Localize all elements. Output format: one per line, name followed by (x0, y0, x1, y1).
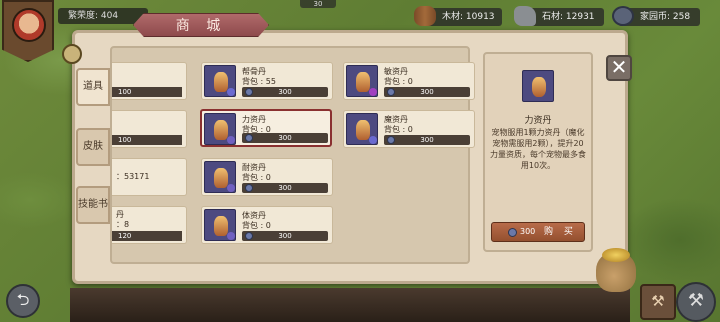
list-item[interactable]: 丹：8 120 (112, 206, 187, 244)
bag-count: 背包 : 0 (242, 173, 271, 182)
coin-icon (387, 136, 395, 144)
wood-log-icon (414, 6, 436, 26)
stone-icon (514, 6, 536, 26)
pill-icon (204, 161, 236, 193)
shop-item[interactable]: 魔资丹 背包 : 0 300 (343, 110, 475, 148)
buy-label: 购 买 (544, 227, 577, 237)
prosperity-label: 繁荣度: 404 (58, 8, 148, 24)
price-tag: 300 (242, 231, 328, 241)
pill-icon (204, 209, 236, 241)
bottom-bar (70, 288, 630, 322)
pill-icon (346, 65, 378, 97)
coin-icon (245, 134, 253, 142)
hammer-button[interactable]: ⚒ (676, 282, 716, 322)
detail-description: 宠物服用1颗力资丹（魔化宠物需服用2颗），提升20力量资质，每个宠物最多食用10… (490, 128, 586, 170)
build-tool-button[interactable]: ⚒ (640, 284, 676, 320)
coin-icon (62, 44, 82, 64)
shop-item[interactable]: 耐资丹 背包 : 0 300 (201, 158, 333, 196)
bag-count: ：53171 (116, 172, 150, 181)
tab-skins[interactable]: 皮肤 (76, 128, 110, 166)
home-coin-icon (612, 6, 634, 26)
pill-icon (346, 113, 378, 145)
pill-icon (204, 65, 236, 97)
shop-title: 商 城 (133, 13, 269, 37)
price-label: 100 (112, 135, 182, 145)
avatar-face (12, 8, 46, 42)
shop-item-selected[interactable]: 力资丹 背包 : 0 300 (200, 109, 332, 147)
coin-icon (245, 88, 253, 96)
tab-items[interactable]: 道具 (76, 68, 110, 106)
gold-sack-icon (596, 248, 636, 292)
shop-item[interactable]: 体资丹 背包 : 0 300 (201, 206, 333, 244)
bag-count: 背包 : 55 (242, 77, 276, 86)
pill-icon (204, 113, 236, 145)
player-avatar[interactable] (2, 0, 54, 62)
bag-count: 背包 : 0 (242, 221, 271, 230)
back-button[interactable]: ⮌ (6, 284, 40, 318)
price-tag: 300 (242, 133, 328, 143)
coin-icon (508, 228, 517, 237)
home-coin-amount: 家园币: 258 (640, 12, 691, 22)
pill-icon (522, 70, 554, 102)
price-label: 100 (112, 87, 182, 97)
stone-resource: 石材: 12931 (514, 6, 604, 26)
coin-icon (387, 88, 395, 96)
bag-count: ：8 (116, 220, 130, 229)
list-item[interactable]: ：53171 (112, 158, 187, 196)
bag-count: 背包 : 0 (384, 125, 413, 134)
close-button[interactable]: ✕ (606, 55, 632, 81)
price-tag: 300 (242, 87, 328, 97)
price-tag: 300 (384, 135, 470, 145)
price-tag: 300 (242, 183, 328, 193)
detail-item-name: 力资丹 (524, 116, 552, 126)
stone-amount: 石材: 12931 (542, 12, 595, 22)
bag-count: 背包 : 0 (384, 77, 413, 86)
list-item[interactable]: 100 (112, 110, 187, 148)
top-badge: 30 (300, 0, 336, 8)
price-label: 120 (112, 231, 182, 241)
shop-item[interactable]: 敏资丹 背包 : 0 300 (343, 62, 475, 100)
coin-icon (245, 184, 253, 192)
wood-resource: 木材: 10913 (414, 6, 502, 26)
shop-item[interactable]: 帮骨丹 背包 : 55 300 (201, 62, 333, 100)
buy-price: 300 (520, 227, 536, 236)
wood-amount: 木材: 10913 (442, 12, 495, 22)
tab-skill-books[interactable]: 技能书 (76, 186, 110, 224)
list-item[interactable]: 100 (112, 62, 187, 100)
home-coin-resource: 家园币: 258 (612, 6, 700, 26)
coin-icon (245, 232, 253, 240)
price-tag: 300 (384, 87, 470, 97)
buy-button[interactable]: 300 购 买 (491, 222, 585, 242)
